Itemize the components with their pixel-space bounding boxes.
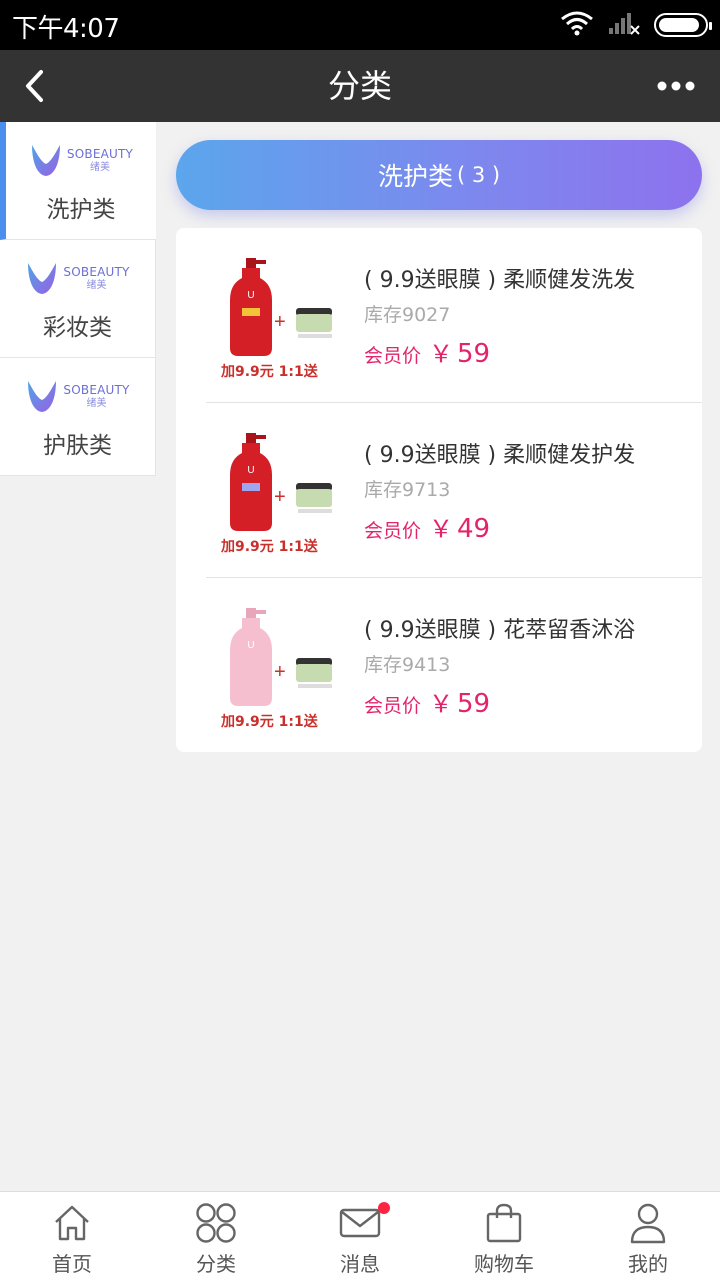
product-stock: 库存9413 xyxy=(364,654,451,676)
tab-label: 购物车 xyxy=(474,1252,534,1276)
back-button[interactable] xyxy=(14,62,54,110)
brand-name-en: SOBEAUTY xyxy=(66,146,134,161)
promo-text: 加9.9元 1:1送 xyxy=(221,364,318,380)
currency-symbol: ￥ xyxy=(429,690,454,718)
sidebar-item-makeup[interactable]: SOBEAUTY 绪美 彩妆类 xyxy=(0,240,156,358)
product-name: ( 9.9送眼膜 ) 柔顺健发洗发 xyxy=(364,268,636,293)
chevron-left-icon xyxy=(26,70,43,102)
home-icon xyxy=(55,1205,89,1241)
product-price: 会员价 ￥ 49 xyxy=(364,509,490,544)
tab-label: 我的 xyxy=(628,1252,668,1276)
product-name: ( 9.9送眼膜 ) 柔顺健发护发 xyxy=(364,443,636,468)
sidebar-item-label: 彩妆类 xyxy=(43,315,112,341)
product-name: ( 9.9送眼膜 ) 花萃留香沐浴 xyxy=(364,618,636,643)
currency-symbol: ￥ xyxy=(429,515,454,543)
status-time: 下午4:07 xyxy=(12,14,120,44)
product-price: 会员价 ￥ 59 xyxy=(364,684,490,719)
page-title: 分类 xyxy=(327,67,392,105)
status-icons xyxy=(560,10,712,40)
promo-text: 加9.9元 1:1送 xyxy=(221,714,318,730)
more-horizontal-icon xyxy=(657,81,695,91)
notification-badge xyxy=(378,1202,390,1214)
brand-name-en: SOBEAUTY xyxy=(63,264,130,279)
brand-name-en: SOBEAUTY xyxy=(63,382,130,397)
price-label: 会员价 xyxy=(364,520,422,542)
price-value: 59 xyxy=(457,689,491,719)
product-price: 会员价 ￥ 59 xyxy=(364,334,490,369)
shopping-bag-icon xyxy=(486,1203,522,1243)
brand-logo: SOBEAUTY 绪美 xyxy=(25,258,129,298)
product-item[interactable]: U + 加9.9元 1:1送 ( 9.9送眼膜 ) 柔顺健发护发 库存9713 … xyxy=(176,403,702,578)
brand-logo-icon xyxy=(28,263,57,294)
brand-logo-icon xyxy=(31,145,60,176)
product-stock: 库存9027 xyxy=(364,304,451,326)
price-value: 49 xyxy=(457,514,491,544)
app-header: 分类 xyxy=(0,50,720,122)
section-count: ( 3 ) xyxy=(456,163,501,187)
battery-icon xyxy=(654,13,712,37)
sidebar-item-label: 洗护类 xyxy=(46,197,116,223)
bottom-tab-bar: 首页 分类 消息 购物车 我的 xyxy=(0,1191,720,1280)
product-item[interactable]: U + 加9.9元 1:1送 ( 9.9送眼膜 ) 花萃留香沐浴 库存9413 … xyxy=(176,578,702,752)
section-header-button[interactable]: 洗护类 ( 3 ) xyxy=(176,140,702,210)
tab-label: 分类 xyxy=(196,1252,236,1276)
tab-messages[interactable]: 消息 xyxy=(288,1192,432,1280)
user-icon xyxy=(630,1203,666,1244)
tab-label: 首页 xyxy=(52,1252,92,1276)
category-icon xyxy=(196,1203,236,1243)
tab-cart[interactable]: 购物车 xyxy=(432,1192,576,1280)
tab-home[interactable]: 首页 xyxy=(0,1192,144,1280)
product-list: U + 加9.9元 1:1送 ( 9.9送眼膜 ) 柔顺健发洗发 库存9027 … xyxy=(176,228,702,752)
promo-text: 加9.9元 1:1送 xyxy=(221,539,318,555)
currency-symbol: ￥ xyxy=(429,340,454,368)
tab-label: 消息 xyxy=(340,1252,380,1276)
brand-name-cn: 绪美 xyxy=(89,161,110,173)
category-sidebar: SOBEAUTY 绪美 洗护类 SOBEAUTY 绪美 彩妆类 SOBEAUTY… xyxy=(0,122,156,476)
price-label: 会员价 xyxy=(364,345,422,367)
brand-logo: SOBEAUTY 绪美 xyxy=(25,376,129,416)
more-button[interactable] xyxy=(656,70,696,102)
price-label: 会员价 xyxy=(364,695,422,717)
battery-level xyxy=(659,18,699,32)
svg-text:U: U xyxy=(247,465,254,476)
tab-profile[interactable]: 我的 xyxy=(576,1192,720,1280)
svg-text:+: + xyxy=(274,486,286,508)
tab-category[interactable]: 分类 xyxy=(144,1192,288,1280)
price-value: 59 xyxy=(457,339,491,369)
svg-text:+: + xyxy=(274,661,286,683)
svg-text:U: U xyxy=(247,640,254,651)
signal-icon xyxy=(608,10,640,40)
wifi-icon xyxy=(560,10,594,40)
brand-logo-icon xyxy=(28,381,57,412)
status-bar: 下午4:07 xyxy=(0,0,720,50)
mail-icon xyxy=(339,1208,381,1238)
sidebar-item-label: 护肤类 xyxy=(43,433,112,459)
product-item[interactable]: U + 加9.9元 1:1送 ( 9.9送眼膜 ) 柔顺健发洗发 库存9027 … xyxy=(176,228,702,403)
sidebar-item-skincare[interactable]: SOBEAUTY 绪美 护肤类 xyxy=(0,358,156,476)
brand-logo: SOBEAUTY 绪美 xyxy=(29,140,133,180)
brand-name-cn: 绪美 xyxy=(86,279,107,291)
svg-text:+: + xyxy=(274,311,286,333)
svg-text:U: U xyxy=(247,290,254,301)
product-stock: 库存9713 xyxy=(364,479,451,501)
sidebar-item-washcare[interactable]: SOBEAUTY 绪美 洗护类 xyxy=(0,122,156,240)
brand-name-cn: 绪美 xyxy=(86,397,107,409)
section-title: 洗护类 xyxy=(377,162,453,191)
